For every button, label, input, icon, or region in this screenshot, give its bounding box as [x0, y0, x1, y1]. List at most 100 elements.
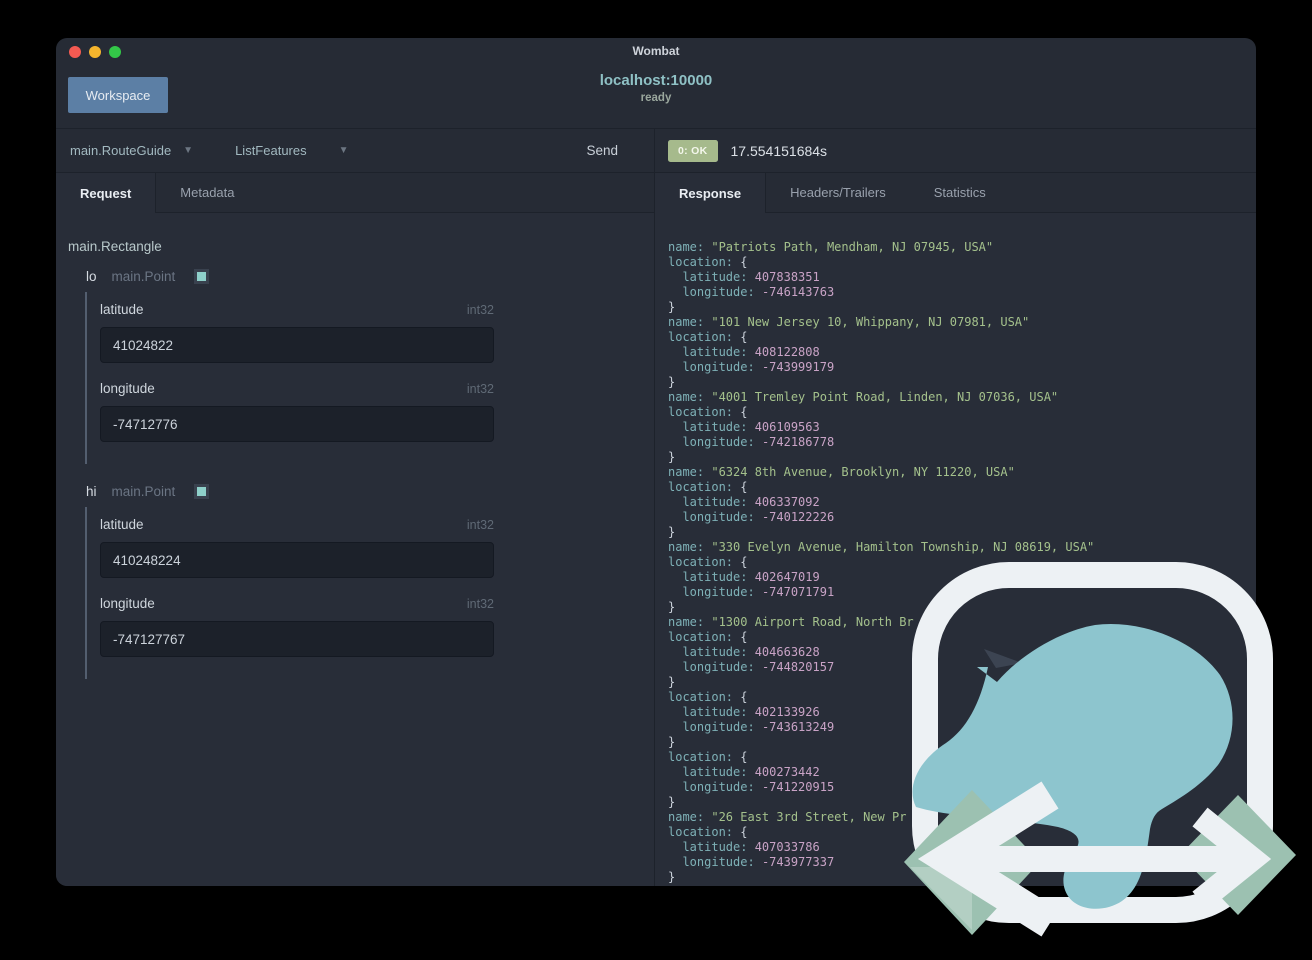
response-line: latitude: 407033786 [682, 840, 820, 854]
response-line: location: { [668, 825, 748, 839]
field-name: hi [86, 484, 97, 499]
response-line: longitude: -743977337 [682, 855, 835, 869]
group-body: latitude int32 41024822 longitude int32 -7471… [85, 292, 654, 464]
response-line: } [668, 735, 676, 749]
field-latitude: latitude int32 410248224 [100, 517, 494, 578]
request-tabbar: Request Metadata [56, 173, 654, 213]
response-line: latitude: 406109563 [682, 420, 820, 434]
response-line: latitude: 402133926 [682, 705, 820, 719]
response-output: name: "Patriots Path, Mendham, NJ 07945,… [655, 213, 1256, 886]
response-line: location: { [668, 330, 748, 344]
app-window: Wombat Workspace localhost:10000 ready m… [56, 38, 1256, 886]
response-line: latitude: 400273442 [682, 765, 820, 779]
send-button[interactable]: Send [586, 143, 618, 158]
field-wire-type: int32 [466, 382, 494, 396]
response-line: } [668, 795, 676, 809]
response-line: } [668, 375, 676, 389]
response-line: longitude: -741220915 [682, 780, 835, 794]
field-input[interactable]: 410248224 [100, 542, 494, 578]
form-group-hi: hi main.Point latitude int32 410248224 longit… [85, 484, 654, 679]
enable-checkbox[interactable] [194, 484, 210, 499]
group-header: lo main.Point [86, 269, 654, 284]
response-line: latitude: 404663628 [682, 645, 820, 659]
connection-info: localhost:10000 ready [56, 72, 1256, 104]
response-line: latitude: 407838351 [682, 270, 820, 284]
response-line: longitude: -740122226 [682, 510, 835, 524]
response-line: latitude: 406337092 [682, 495, 820, 509]
field-label: longitude [100, 381, 155, 396]
response-line: } [668, 675, 676, 689]
field-input[interactable]: -74712776 [100, 406, 494, 442]
chevron-down-icon: ▼ [338, 145, 349, 156]
method-select[interactable]: ListFeatures ▼ [235, 143, 348, 158]
response-line: } [668, 450, 676, 464]
response-line: name: "Patriots Path, Mendham, NJ 07945,… [668, 240, 994, 254]
field-label-row: longitude int32 [100, 596, 494, 611]
main-split: main.RouteGuide ▼ ListFeatures ▼ Send Re… [56, 128, 1256, 886]
message-type-label: main.Rectangle [68, 239, 162, 254]
response-line: } [668, 870, 676, 884]
form-group-lo: lo main.Point latitude int32 41024822 longitu… [85, 269, 654, 464]
response-line: name: "26 East 3rd Street, New Pr [668, 810, 907, 824]
response-line: location: { [668, 630, 748, 644]
response-line: longitude: -743613249 [682, 720, 835, 734]
service-select-value: main.RouteGuide [70, 143, 172, 158]
service-select[interactable]: main.RouteGuide ▼ [70, 143, 193, 158]
field-wire-type: int32 [466, 303, 494, 317]
request-duration: 17.554151684s [730, 142, 828, 159]
field-type: main.Point [111, 484, 176, 499]
response-line: } [668, 300, 676, 314]
response-line: name: " [668, 885, 1256, 886]
response-line: name: "6324 8th Avenue, Brooklyn, NY 112… [668, 465, 1015, 479]
field-latitude: latitude int32 41024822 [100, 302, 494, 363]
tab-statistics[interactable]: Statistics [910, 173, 1010, 212]
response-line: } [668, 600, 676, 614]
field-longitude: longitude int32 -74712776 [100, 381, 494, 442]
field-label-row: longitude int32 [100, 381, 494, 396]
response-statusrow: 0: OK 17.554151684s [655, 129, 1256, 173]
field-label: latitude [100, 517, 144, 532]
titlebar: Wombat [56, 38, 1256, 64]
window-title: Wombat [632, 44, 680, 58]
group-header: hi main.Point [86, 484, 654, 499]
field-input[interactable]: 41024822 [100, 327, 494, 363]
response-line: longitude: -743999179 [682, 360, 835, 374]
response-line: location: { [668, 480, 748, 494]
response-panel: 0: OK 17.554151684s Response Headers/Trai… [655, 129, 1256, 886]
response-line: location: { [668, 690, 748, 704]
field-label-row: latitude int32 [100, 302, 494, 317]
response-line: location: { [668, 750, 748, 764]
response-line: name: "4001 Tremley Point Road, Linden, … [668, 390, 1059, 404]
response-line: longitude: -746143763 [682, 285, 835, 299]
tab-request[interactable]: Request [56, 173, 157, 213]
connection-status: ready [640, 92, 672, 104]
response-line: name: "330 Evelyn Avenue, Hamilton Towns… [668, 540, 1095, 554]
response-line: longitude: -747071791 [682, 585, 835, 599]
response-line: latitude: 402647019 [682, 570, 820, 584]
response-line: name: "1300 Airport Road, North Br [668, 615, 914, 629]
chevron-down-icon: ▼ [183, 145, 194, 156]
method-select-value: ListFeatures [235, 143, 307, 158]
response-line: name: "101 New Jersey 10, Whippany, NJ 0… [668, 315, 1030, 329]
desktop-background: Wombat Workspace localhost:10000 ready m… [0, 0, 1312, 960]
tab-response[interactable]: Response [655, 173, 767, 213]
app-header: Workspace localhost:10000 ready [56, 64, 1256, 128]
field-longitude: longitude int32 -747127767 [100, 596, 494, 657]
status-badge: 0: OK [668, 139, 718, 162]
group-body: latitude int32 410248224 longitude int32 -747… [85, 507, 654, 679]
field-wire-type: int32 [466, 518, 494, 532]
response-line: } [668, 525, 676, 539]
enable-checkbox[interactable] [194, 269, 210, 284]
response-line: longitude: -744820157 [682, 660, 835, 674]
field-type: main.Point [111, 269, 176, 284]
request-panel: main.RouteGuide ▼ ListFeatures ▼ Send Re… [56, 129, 655, 886]
response-line: location: { [668, 405, 748, 419]
field-label: longitude [100, 596, 155, 611]
tab-metadata[interactable]: Metadata [156, 173, 258, 212]
tab-headers-trailers[interactable]: Headers/Trailers [766, 173, 910, 212]
request-toolbar: main.RouteGuide ▼ ListFeatures ▼ Send [56, 129, 654, 173]
response-line: longitude: -742186778 [682, 435, 835, 449]
field-input[interactable]: -747127767 [100, 621, 494, 657]
response-line: location: { [668, 555, 748, 569]
field-name: lo [86, 269, 97, 284]
